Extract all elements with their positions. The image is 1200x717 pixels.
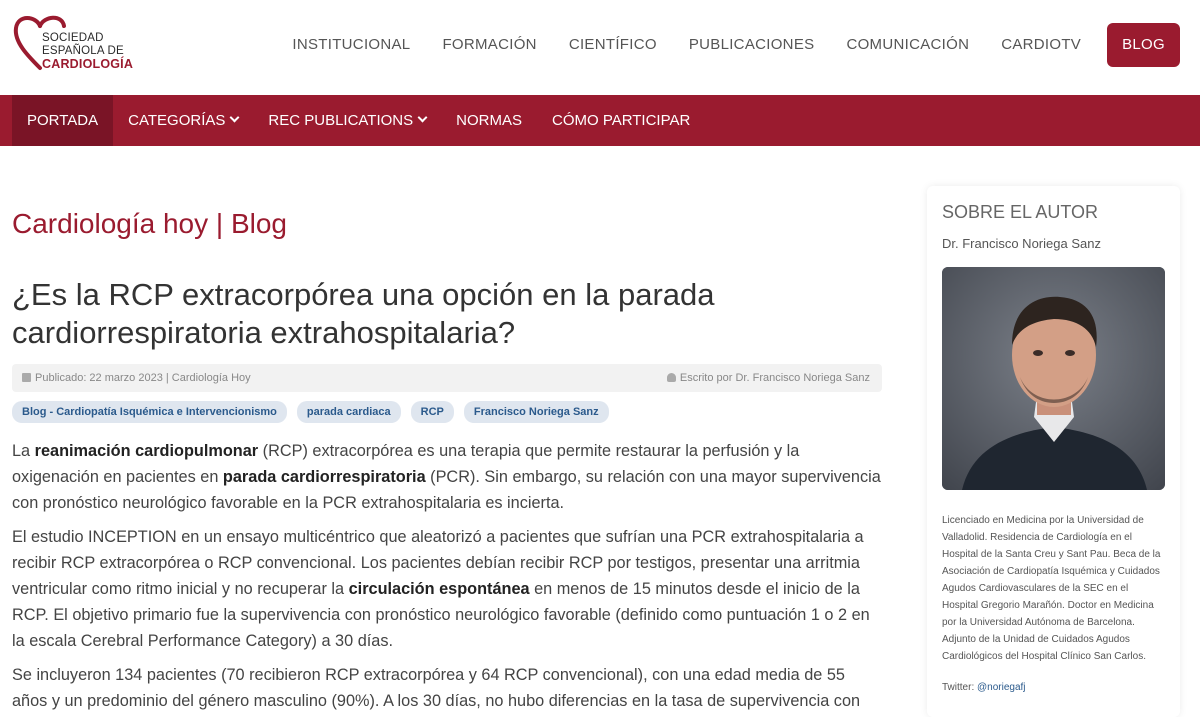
- nav-rec-label: REC PUBLICATIONS: [268, 112, 414, 129]
- nav-portada[interactable]: PORTADA: [12, 95, 114, 146]
- topnav-cardiotv[interactable]: CARDIOTV: [1001, 36, 1081, 53]
- nav-categorias-label: CATEGORÍAS: [128, 112, 226, 129]
- article-meta-bar: Publicado: 22 marzo 2023 | Cardiología H…: [12, 364, 882, 392]
- nav-como-participar-label: CÓMO PARTICIPAR: [551, 112, 691, 129]
- paragraph-3: Se incluyeron 134 pacientes (70 recibier…: [12, 666, 861, 710]
- chevron-down-icon: [417, 112, 428, 123]
- top-navigation: INSTITUCIONAL FORMACIÓN CIENTÍFICO PUBLI…: [260, 22, 1180, 67]
- logo-line-1: SOCIEDAD: [42, 32, 104, 44]
- author-name: Dr. Francisco Noriega Sanz: [942, 236, 1101, 251]
- author-portrait-image: [942, 267, 1165, 490]
- logo-line-3: CARDIOLOGÍA: [42, 57, 134, 71]
- tag-author[interactable]: Francisco Noriega Sanz: [463, 401, 609, 423]
- tag-rcp[interactable]: RCP: [410, 401, 454, 423]
- author-bio: Licenciado en Medicina por la Universida…: [942, 515, 1161, 662]
- topnav-cientifico[interactable]: CIENTÍFICO: [569, 36, 657, 53]
- site-header: SOCIEDAD ESPAÑOLA DE CARDIOLOGÍA INSTITU…: [0, 0, 1200, 95]
- link-circulacion[interactable]: circulación espontánea: [349, 580, 530, 598]
- topnav-publicaciones[interactable]: PUBLICACIONES: [689, 36, 815, 53]
- article-body: La reanimación cardiopulmonar (RCP) extr…: [12, 438, 882, 717]
- topnav-blog-button[interactable]: BLOG: [1107, 22, 1180, 67]
- author-photo: [942, 267, 1165, 490]
- p1-text-1: La: [12, 442, 35, 460]
- article-title: ¿Es la RCP extracorpórea una opción en l…: [12, 277, 715, 350]
- article-tags: Blog - Cardiopatía Isquémica e Intervenc…: [12, 401, 619, 423]
- link-parada[interactable]: parada cardiorrespiratoria: [223, 468, 426, 486]
- nav-categorias-dropdown[interactable]: CATEGORÍAS: [113, 95, 253, 146]
- sidebar-heading: SOBRE EL AUTOR: [942, 202, 1099, 222]
- sec-logo[interactable]: SOCIEDAD ESPAÑOLA DE CARDIOLOGÍA: [12, 12, 142, 80]
- twitter-handle-link[interactable]: @noriegafj: [977, 682, 1026, 693]
- nav-rec-publications-dropdown[interactable]: REC PUBLICATIONS: [253, 95, 441, 146]
- author-line: Escrito por Dr. Francisco Noriega Sanz: [679, 372, 870, 384]
- topnav-comunicacion[interactable]: COMUNICACIÓN: [846, 36, 969, 53]
- paragraph-2: El estudio INCEPTION en un ensayo multic…: [12, 524, 882, 654]
- blog-navigation: PORTADA CATEGORÍAS REC PUBLICATIONS NORM…: [0, 95, 1200, 146]
- blog-title[interactable]: Cardiología hoy | Blog: [12, 208, 287, 240]
- author-sidebar: SOBRE EL AUTOR Dr. Francisco Noriega San…: [927, 186, 1180, 717]
- twitter-label: Twitter:: [942, 682, 978, 693]
- nav-portada-label: PORTADA: [27, 112, 99, 129]
- user-icon: [666, 373, 676, 382]
- topnav-formacion[interactable]: FORMACIÓN: [442, 36, 536, 53]
- published-date: Publicado: 22 marzo 2023 | Cardiología H…: [35, 372, 251, 384]
- chevron-down-icon: [229, 112, 240, 123]
- calendar-icon: [22, 373, 31, 382]
- tag-category[interactable]: Blog - Cardiopatía Isquémica e Intervenc…: [12, 401, 287, 423]
- author-twitter: Twitter: @noriegafj: [942, 682, 1026, 693]
- nav-como-participar[interactable]: CÓMO PARTICIPAR: [537, 95, 705, 146]
- tag-parada-cardiaca[interactable]: parada cardiaca: [296, 401, 401, 423]
- topnav-institucional[interactable]: INSTITUCIONAL: [292, 36, 410, 53]
- nav-normas[interactable]: NORMAS: [441, 95, 537, 146]
- nav-normas-label: NORMAS: [456, 112, 522, 129]
- link-reanimacion[interactable]: reanimación cardiopulmonar: [35, 442, 258, 460]
- paragraph-1: La reanimación cardiopulmonar (RCP) extr…: [12, 438, 882, 516]
